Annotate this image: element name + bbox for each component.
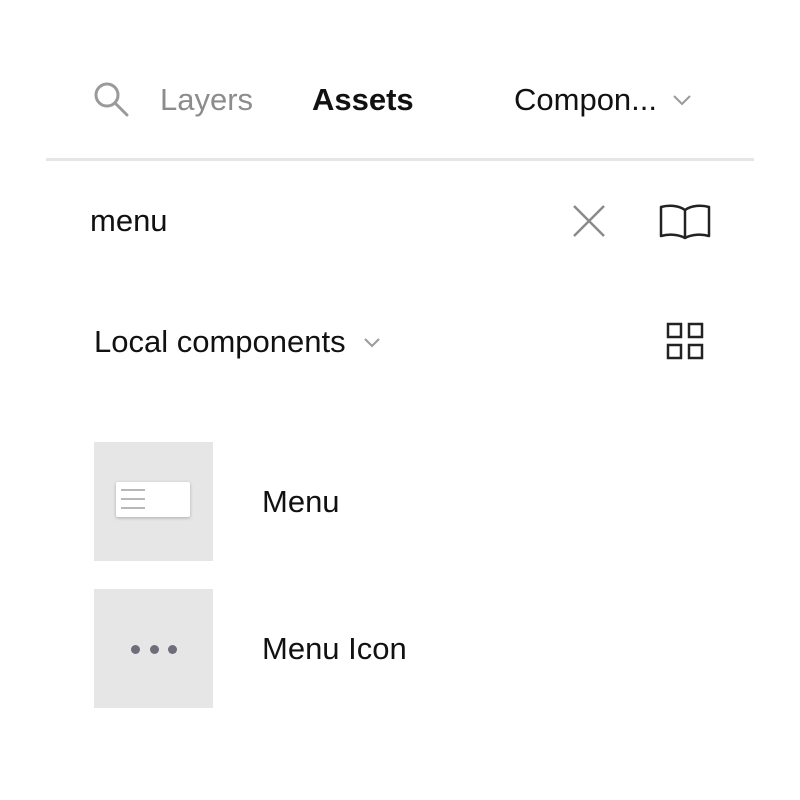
- library-select-label: Compon...: [514, 82, 658, 117]
- panel-tabs-bar: Layers Assets Compon...: [0, 0, 800, 160]
- menu-preview-line: [121, 489, 145, 491]
- component-name: Menu: [262, 484, 340, 519]
- close-icon[interactable]: [570, 202, 608, 240]
- ellipsis-icon: [131, 645, 177, 655]
- tab-layers[interactable]: Layers: [160, 80, 253, 120]
- library-select[interactable]: Compon...: [514, 80, 693, 120]
- component-thumbnail: [94, 589, 213, 708]
- tab-assets[interactable]: Assets: [312, 80, 414, 120]
- dot: [168, 645, 177, 654]
- component-item-menu-icon[interactable]: Menu Icon: [94, 589, 714, 709]
- book-icon[interactable]: [658, 202, 712, 240]
- menu-preview-line: [121, 507, 145, 509]
- component-name: Menu Icon: [262, 631, 407, 666]
- menu-preview: [116, 482, 190, 517]
- section-title: Local components: [94, 324, 346, 359]
- menu-preview-line: [121, 498, 145, 500]
- chevron-down-icon: [363, 337, 380, 347]
- component-item-menu[interactable]: Menu: [94, 442, 714, 562]
- dot: [131, 645, 140, 654]
- grid-view-icon[interactable]: [666, 322, 704, 360]
- dot: [149, 645, 159, 654]
- component-thumbnail: [94, 442, 213, 561]
- header-divider: [46, 158, 754, 161]
- search-icon[interactable]: [92, 80, 130, 118]
- chevron-down-icon: [673, 95, 691, 106]
- local-components-dropdown[interactable]: Local components: [94, 322, 382, 362]
- asset-search-input[interactable]: [90, 198, 530, 244]
